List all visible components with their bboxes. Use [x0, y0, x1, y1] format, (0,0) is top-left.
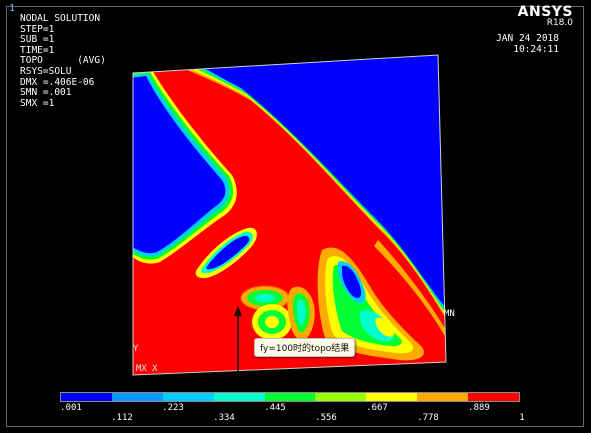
legend-swatch: [111, 393, 163, 401]
legend-swatch: [61, 393, 112, 401]
axis-x-label: X: [152, 364, 158, 374]
legend-swatch: [468, 393, 520, 401]
contour-plot[interactable]: [0, 0, 591, 433]
legend-tick-top: .445: [264, 403, 286, 413]
annotation-callout: fy=100时的topo结果: [254, 338, 356, 357]
legend-swatch: [213, 393, 265, 401]
legend-swatch: [366, 393, 418, 401]
legend-tick-bottom: .112: [111, 413, 133, 423]
maximum-marker-label: MX: [136, 364, 147, 374]
legend-tick-bottom: .778: [417, 413, 439, 423]
legend-tick-top: .223: [162, 403, 184, 413]
contour-legend-bar: [60, 392, 520, 402]
legend-swatch: [315, 393, 367, 401]
legend-swatch: [264, 393, 316, 401]
minimum-marker-label: MN: [444, 309, 455, 319]
legend-tick-bottom: .556: [315, 413, 337, 423]
lower-blob2-inner: [265, 316, 279, 328]
lower-blob-inner: [255, 294, 275, 302]
axis-y-label: Y: [133, 344, 139, 354]
legend-swatch: [417, 393, 469, 401]
legend-tick-bottom: 1: [519, 413, 525, 423]
legend-tick-top: .889: [468, 403, 490, 413]
legend-tick-top: .667: [366, 403, 388, 413]
legend-tick-bottom: .334: [213, 413, 235, 423]
legend-swatch: [162, 393, 214, 401]
legend-tick-top: .001: [60, 403, 82, 413]
